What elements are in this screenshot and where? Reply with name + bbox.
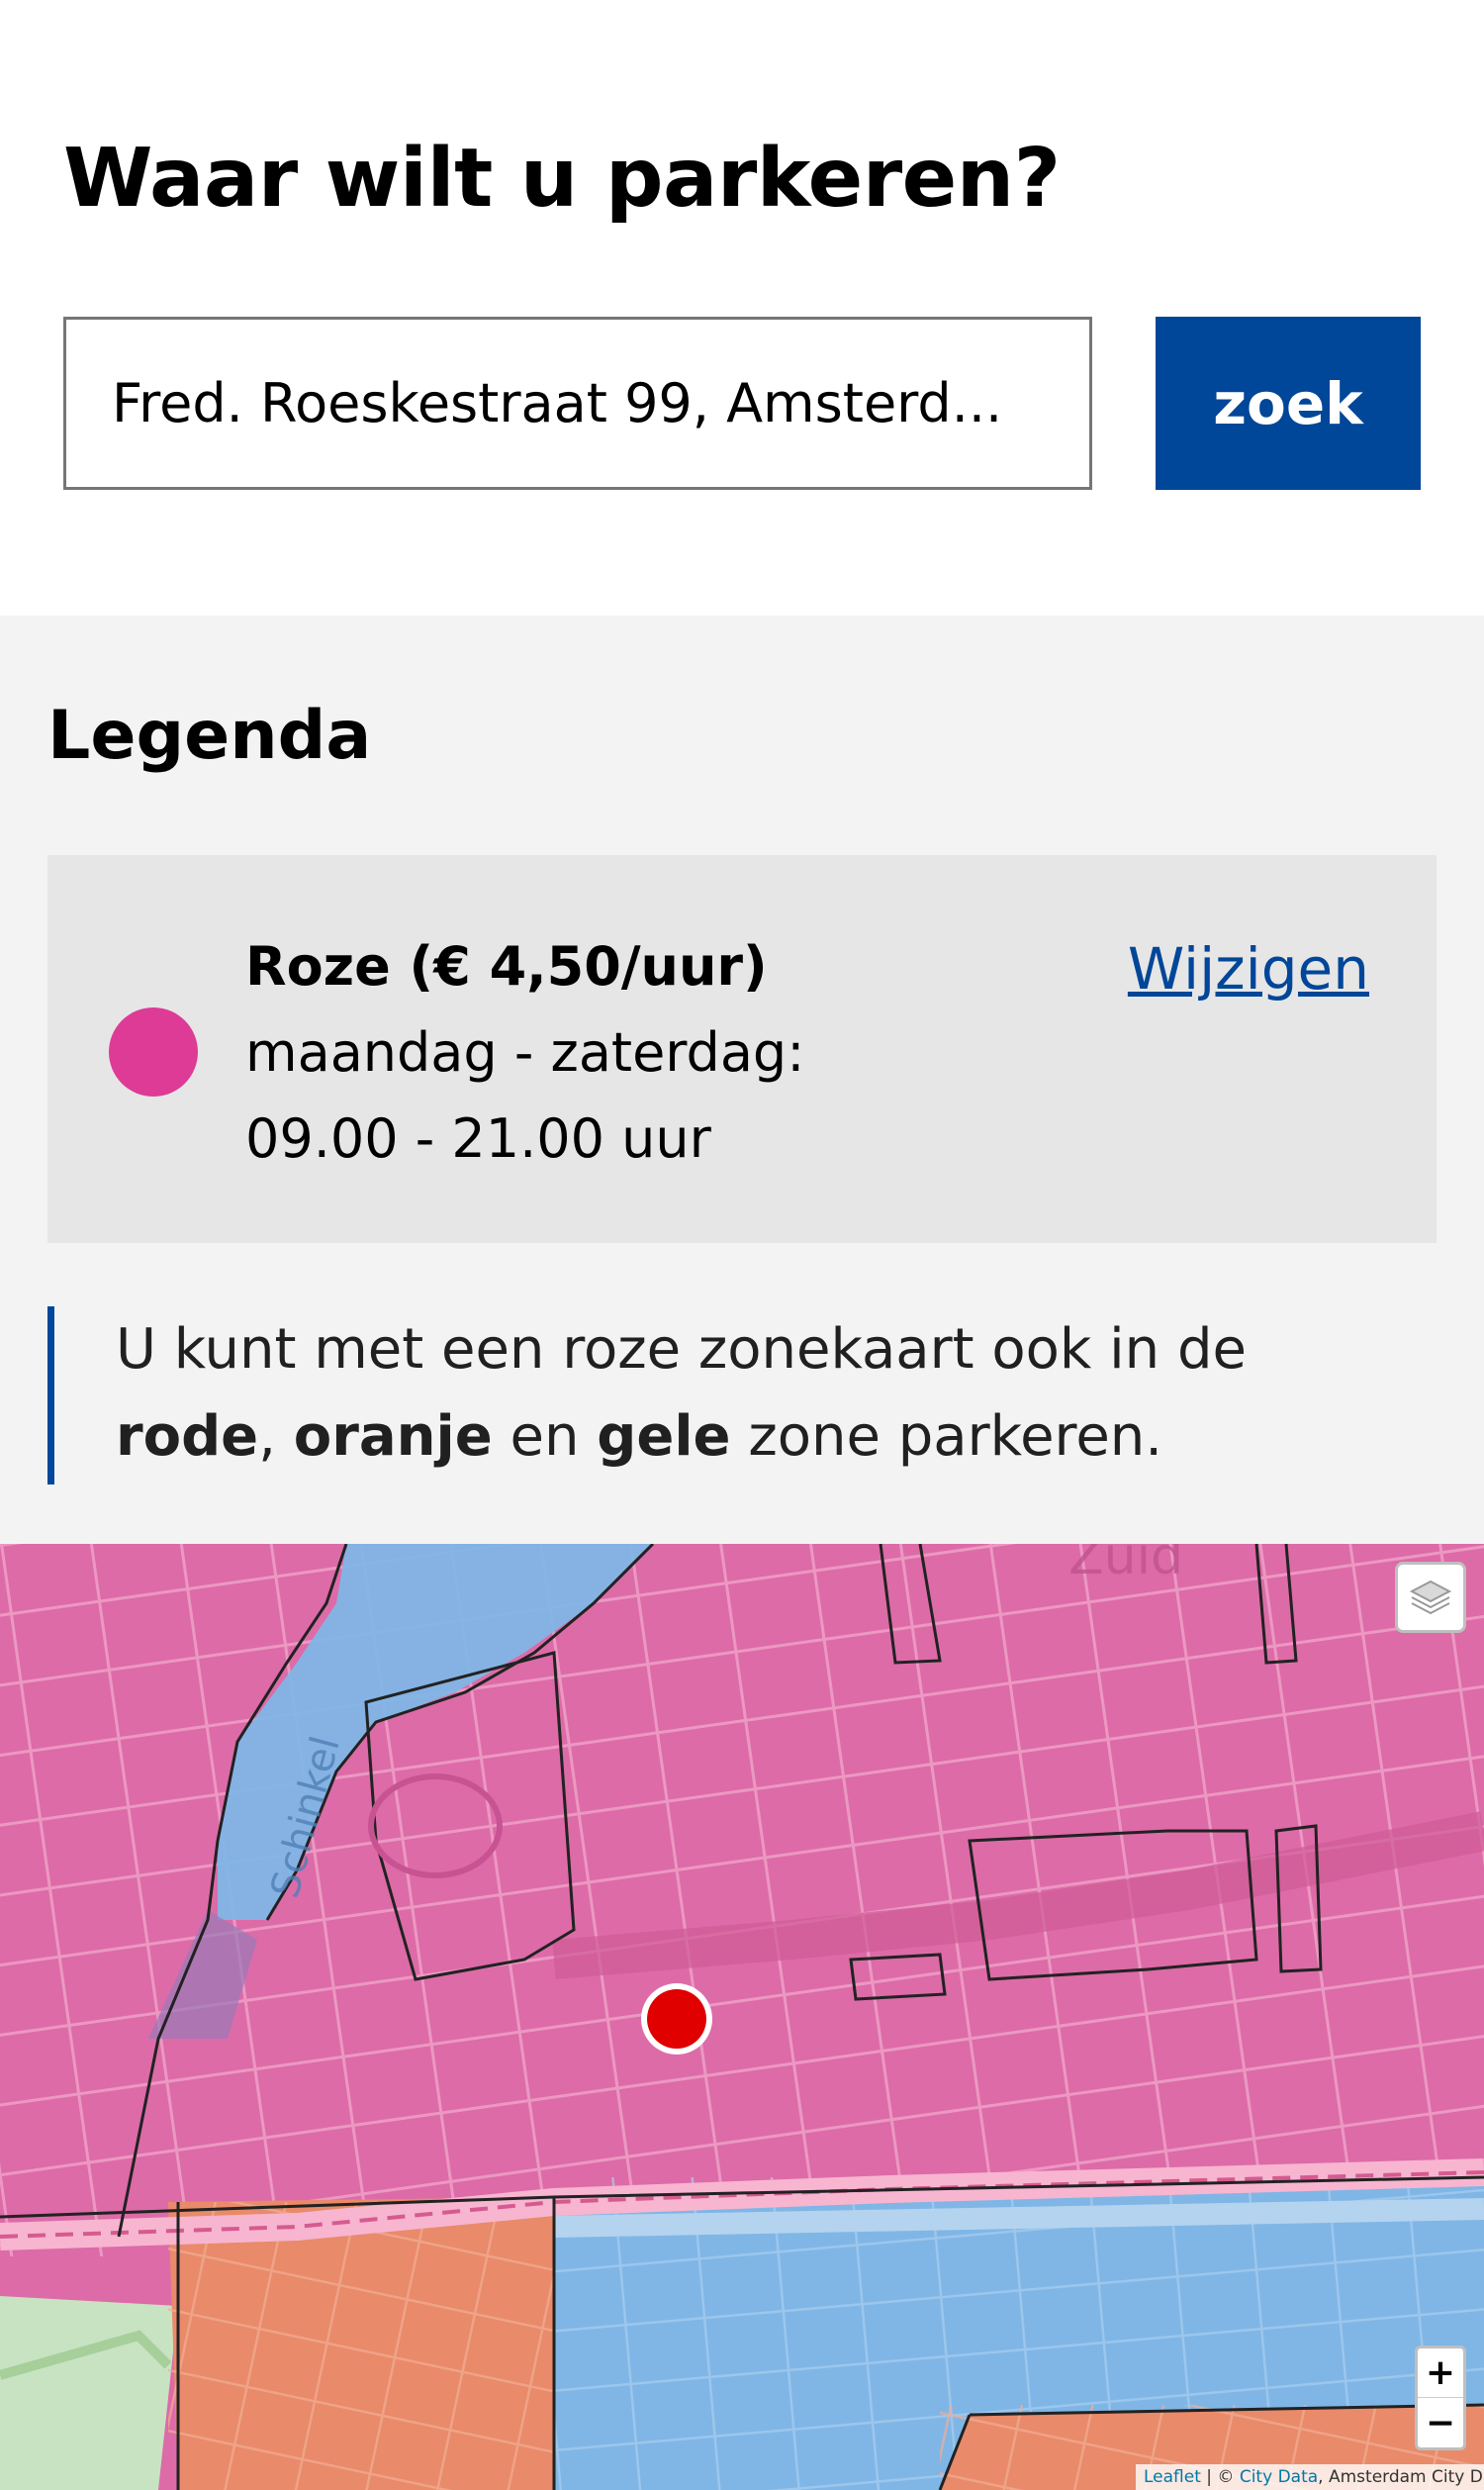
zone-name: Roze (€ 4,50/uur)	[245, 935, 768, 998]
layers-button[interactable]	[1395, 1562, 1466, 1633]
page-title: Waar wilt u parkeren?	[63, 132, 1061, 226]
citydata-link[interactable]: City Data	[1240, 2467, 1318, 2487]
leaflet-link[interactable]: Leaflet	[1144, 2467, 1201, 2487]
info-rest: zone parkeren.	[748, 1404, 1163, 1469]
map-attribution: Leaflet | © City Data, Amsterdam City Da…	[1136, 2464, 1484, 2490]
zoom-control: + −	[1415, 2346, 1466, 2450]
parking-zone-map[interactable]: Zuid Schinkel	[0, 1544, 1484, 2490]
zoom-in-button[interactable]: +	[1418, 2348, 1463, 2398]
zone-hours: 09.00 - 21.00 uur	[245, 1107, 711, 1170]
info-gele: gele	[597, 1404, 731, 1469]
change-zone-link[interactable]: Wijzigen	[1128, 932, 1369, 1006]
info-en: en	[510, 1404, 580, 1469]
location-marker-icon[interactable]	[647, 1989, 706, 2049]
layers-icon	[1409, 1580, 1452, 1615]
attribution-sep: | ©	[1200, 2467, 1240, 2487]
address-search-input[interactable]	[63, 317, 1092, 490]
zone-card: Roze (€ 4,50/uur) maandag - zaterdag: 09…	[47, 855, 1437, 1243]
pink-zone-dot-icon	[109, 1007, 198, 1097]
attribution-rest: , Amsterdam City Data	[1318, 2467, 1484, 2487]
info-comma: ,	[258, 1404, 276, 1469]
info-rode: rode	[116, 1404, 259, 1469]
search-header: Waar wilt u parkeren? zoek	[0, 0, 1484, 616]
zone-info-note: U kunt met een roze zonekaart ook in de …	[47, 1306, 1437, 1484]
zone-days: maandag - zaterdag:	[245, 1021, 805, 1084]
park-area	[0, 2296, 178, 2490]
legend-title: Legenda	[47, 697, 372, 775]
legend-section: Legenda Roze (€ 4,50/uur) maandag - zate…	[0, 616, 1484, 1544]
info-line-2: rode, oranje en gele zone parkeren.	[116, 1393, 1437, 1481]
info-line-1: U kunt met een roze zonekaart ook in de	[116, 1317, 1247, 1382]
search-button[interactable]: zoek	[1156, 317, 1421, 490]
info-oranje: oranje	[293, 1404, 493, 1469]
map-canvas[interactable]: Zuid Schinkel	[0, 1544, 1484, 2490]
map-label-zuid: Zuid	[1068, 1544, 1183, 1586]
zoom-out-button[interactable]: −	[1418, 2398, 1463, 2447]
